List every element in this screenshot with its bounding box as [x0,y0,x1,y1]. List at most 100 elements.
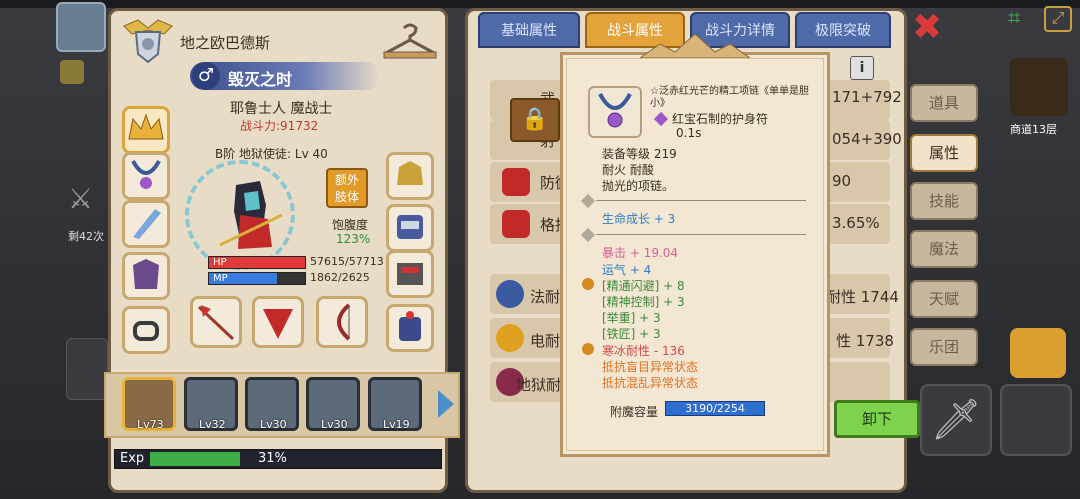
item-desc: 抛光的项链。 [602,179,675,193]
chest-armor-icon [397,215,423,239]
ice-resist-stat: 寒冰耐性 - 136 [602,344,685,358]
weapon-slot-3[interactable] [316,296,368,348]
bonus-stat: [精通闪避] + 8 [602,279,685,293]
party-member-4[interactable]: Lv30 [306,377,360,431]
sword-skill-icon[interactable]: 🗡 [920,384,992,456]
hanger-icon[interactable] [380,22,440,62]
party-member-level: Lv30 [260,418,287,431]
necklace-icon [131,159,161,189]
equip-slot-chest[interactable] [386,204,434,252]
crit-stat: 暴击 + 19.04 [602,246,679,260]
weapon-slot-1[interactable] [190,296,242,348]
crown-icon [128,113,164,140]
combat-power: 战斗力:91732 [240,119,319,133]
close-icon[interactable]: ✖ [912,10,942,46]
hp-value: 57615/57713 [310,255,384,268]
side-menu-magic[interactable]: 魔法 [910,230,978,268]
party-member-3[interactable]: Lv30 [245,377,299,431]
stat-value: 耐性 1744 [826,288,899,306]
rank-emblem-icon [123,19,173,64]
network-icon[interactable]: ⌗ [1008,6,1036,32]
divider [596,200,806,201]
penalty-icon [582,343,594,355]
equip-slot-wings[interactable] [122,200,170,248]
side-menu-skills[interactable]: 技能 [910,182,978,220]
lock-icon[interactable]: 🔒 [510,98,560,142]
stat-value: 90 [832,172,852,190]
stat-value: 3.65% [832,214,880,232]
tab-basic-attributes[interactable]: 基础属性 [478,12,580,48]
extra-limb-button[interactable]: 额外 肢体 [326,168,368,208]
item-name: 红宝石制的护身符 [672,112,769,126]
crossed-swords-icon: ⚔ [68,182,94,215]
magic-resist-icon [496,280,524,308]
hp-label: HP [213,257,227,268]
item-props: 耐火 耐酸 [602,163,654,177]
weapon-slot-2[interactable] [252,296,304,348]
exp-label: Exp [120,451,145,466]
axe-icon [263,309,293,339]
equip-slot-helmet[interactable] [386,152,434,200]
gauntlet-icon [397,263,423,285]
floor-label: 商道13层 [1010,123,1057,136]
helmet-icon [397,161,423,185]
character-name: 地之欧巴德斯 [180,34,271,52]
party-member-level: Lv19 [383,418,410,431]
player-avatar[interactable] [56,2,106,52]
equip-slot-gauntlet[interactable] [386,250,434,298]
left-nav-button[interactable] [66,338,108,400]
hp-bar: HP [208,256,306,269]
ring-icon [133,321,159,341]
side-menu-items[interactable]: 道具 [910,84,978,122]
party-member-1[interactable]: Lv73 [122,377,176,431]
party-member-level: Lv73 [137,418,164,431]
extra-limb-label: 额外 肢体 [334,173,359,204]
satiety-label: 饱腹度 [332,218,369,232]
male-gender-icon: ♂ [192,62,220,90]
necklace-icon [598,93,632,128]
side-menu-band[interactable]: 乐团 [910,328,978,366]
equip-slot-armor[interactable] [122,252,170,300]
equip-level: 装备等级 219 [602,147,677,161]
equip-slot-boots[interactable] [386,304,434,352]
hero-sprite [219,181,283,249]
tooltip-crest-icon [640,34,750,58]
satiety-value: 123% [336,232,371,246]
divider [596,234,806,235]
resist-status: 抵抗盲目异常状态 [602,360,699,374]
party-next-arrow-icon[interactable] [438,390,454,418]
equip-slot-belt[interactable] [122,306,170,354]
party-member-5[interactable]: Lv19 [368,377,422,431]
mp-bar: MP [208,272,306,285]
map-minimap[interactable] [1010,58,1068,116]
side-menu-talent[interactable]: 天赋 [910,280,978,318]
party-member-2[interactable]: Lv32 [184,377,238,431]
bonus-stat: [铁匠] + 3 [602,327,661,341]
character-class: 耶鲁士人 魔战士 [230,101,333,117]
exit-icon[interactable]: ⤢ [1044,6,1072,32]
exp-fill [150,452,240,466]
bow-skill-button[interactable] [1000,384,1072,456]
lightning-icon [496,324,524,352]
side-menu-attributes[interactable]: 属性 [910,134,978,172]
mp-value: 1862/2625 [310,271,370,284]
quick-skill-button[interactable] [1010,328,1066,378]
exp-percent: 31% [258,451,287,466]
character-title: 毁灭之时 [228,70,293,89]
party-member-level: Lv32 [199,418,226,431]
info-icon[interactable]: i [850,56,874,80]
tab-limit-break[interactable]: 极限突破 [795,12,891,48]
resist-status: 抵抗混乱异常状态 [602,376,699,390]
equip-slot-crown[interactable] [122,106,170,154]
side-count: 剩42次 [68,230,104,243]
character-rank: B阶 地狱使徒: Lv 40 [215,147,328,161]
luck-stat: 运气 + 4 [602,263,652,277]
bow-icon [337,303,351,341]
item-icon [588,86,642,138]
equip-slot-necklace[interactable] [122,152,170,200]
bonus-stat: [精神控制] + 3 [602,295,685,309]
item-title: ☆泛赤红光芒的精工项链《单单是胆小》 [650,86,809,109]
bonus-stat: [举重] + 3 [602,311,661,325]
unequip-button[interactable]: 卸下 [834,400,920,438]
stat-value: 性 1738 [836,332,894,350]
